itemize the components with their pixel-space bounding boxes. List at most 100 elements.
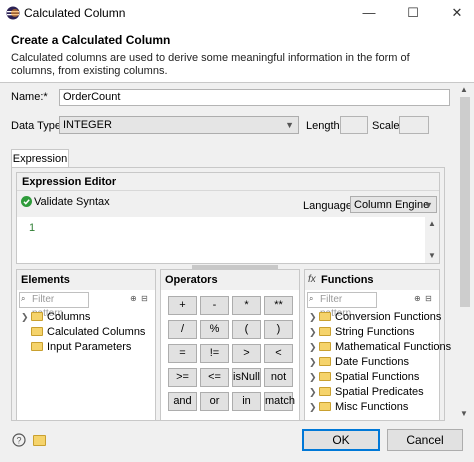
tree-item-columns[interactable]: ❯ Columns (21, 310, 151, 325)
functions-panel: fx Functions Filter pattern ⌕ ⊕ ⊟ ❯ Conve… (304, 269, 451, 421)
operators-grid: + - * ** /%() = != > < >= <= isNull not and or in match (168, 296, 296, 416)
operator-button[interactable]: > (232, 344, 261, 363)
chevron-right-icon: ❯ (309, 402, 317, 412)
dialog-footer: ? OK Cancel (0, 421, 474, 462)
maximize-button[interactable]: ☐ (398, 0, 428, 26)
chevron-right-icon: ❯ (309, 342, 317, 352)
operators-header: Operators (161, 270, 299, 290)
folder-icon (319, 342, 331, 351)
scale-label: Scale: (372, 120, 403, 132)
tree-item-calculated-columns[interactable]: Calculated Columns (21, 325, 151, 340)
function-category-item[interactable]: ❯ Spatial Predicates (309, 385, 437, 400)
tree-item-input-parameters[interactable]: Input Parameters (21, 340, 151, 355)
dialog-header: Create a Calculated Column Calculated co… (0, 26, 474, 82)
function-category-label: Spatial Predicates (335, 386, 424, 398)
scroll-down-icon[interactable]: ▼ (428, 251, 436, 260)
operator-button[interactable]: * (232, 296, 261, 315)
expression-editor-title: Expression Editor (22, 176, 117, 188)
language-label: Language: (303, 200, 355, 212)
expand-all-icon[interactable]: ⊕ (414, 294, 421, 303)
operator-button[interactable]: % (200, 320, 229, 339)
function-category-item[interactable]: ❯ Conversion Functions (309, 310, 441, 325)
collapse-all-icon[interactable]: ⊟ (141, 294, 148, 303)
chevron-right-icon: ❯ (309, 312, 317, 322)
collapse-all-icon[interactable]: ⊟ (425, 294, 432, 303)
operator-button[interactable]: >= (168, 368, 197, 387)
chevron-down-icon: ▼ (285, 120, 294, 130)
expression-editor-panel: Expression Editor Validate Syntax Langua… (16, 172, 440, 264)
chevron-right-icon: ❯ (309, 357, 317, 367)
language-value: Column Engine (354, 199, 430, 211)
minimize-button[interactable]: — (354, 0, 384, 26)
function-category-item[interactable]: ❯ String Functions (309, 325, 437, 340)
filter-icon: ⌕ (309, 294, 314, 303)
scroll-up-icon[interactable]: ▲ (428, 219, 436, 228)
elements-title: Elements (21, 274, 70, 286)
function-category-label: Spatial Functions (335, 371, 420, 383)
function-category-item[interactable]: ❯ Spatial Functions (309, 370, 437, 385)
scale-field[interactable] (399, 116, 429, 134)
validate-syntax-link[interactable]: Validate Syntax (34, 196, 110, 208)
elements-tree: ❯ Columns Calculated Columns Input Parame… (21, 310, 151, 355)
language-select[interactable]: Column Engine ▼ (350, 196, 437, 213)
folder-icon (319, 387, 331, 396)
scrollbar-thumb[interactable] (460, 97, 470, 307)
filter-icon: ⌕ (21, 294, 26, 303)
tab-expression[interactable]: Expression (11, 149, 69, 168)
functions-tree: ❯ Conversion Functions ❯ String Functions ❯ M… (309, 310, 451, 415)
vertical-scrollbar[interactable]: ▲ ▼ (456, 83, 474, 421)
expression-text-area[interactable]: 1 ▲ ▼ (17, 217, 439, 263)
operator-button[interactable]: match (264, 392, 295, 411)
editor-scrollbar[interactable]: ▲ ▼ (425, 217, 439, 263)
operator-button[interactable]: / (168, 320, 197, 339)
function-category-item[interactable]: ❯ Date Functions (309, 355, 437, 370)
function-category-label: Misc Functions (335, 401, 409, 413)
elements-filter-input[interactable]: Filter pattern (19, 292, 89, 319)
operator-button[interactable]: + (168, 296, 197, 315)
operator-button[interactable]: ** (264, 296, 293, 315)
folder-icon (319, 327, 331, 336)
functions-header: fx Functions (305, 270, 439, 290)
line-number: 1 (29, 222, 36, 234)
datatype-select[interactable]: INTEGER ▼ (59, 116, 299, 134)
scroll-down-icon[interactable]: ▼ (460, 409, 468, 418)
functions-filter-input[interactable]: Filter pattern (307, 292, 377, 319)
operator-button[interactable]: ) (264, 320, 293, 339)
operator-button[interactable]: < (264, 344, 293, 363)
operators-title: Operators (165, 274, 218, 286)
expression-editor-header: Expression Editor (17, 173, 439, 191)
operator-button[interactable]: not (264, 368, 293, 387)
tree-item-label: Input Parameters (47, 341, 132, 353)
operator-button[interactable]: != (200, 344, 229, 363)
expand-all-icon[interactable]: ⊕ (130, 294, 137, 303)
elements-header: Elements (17, 270, 155, 290)
tree-item-label: Columns (47, 311, 91, 323)
folder-icon (319, 357, 331, 366)
function-category-item[interactable]: ❯ Misc Functions (309, 400, 437, 415)
length-field[interactable] (340, 116, 368, 134)
function-category-item[interactable]: ❯ Mathematical Functions (309, 340, 451, 355)
operator-button[interactable]: and (168, 392, 197, 411)
cancel-button[interactable]: Cancel (387, 429, 463, 451)
open-folder-icon[interactable] (33, 435, 46, 446)
operator-button[interactable]: isNull (232, 368, 261, 387)
folder-icon (31, 312, 43, 321)
length-label: Length: (306, 120, 343, 132)
folder-icon (31, 327, 43, 336)
function-category-label: Conversion Functions (335, 311, 442, 323)
name-field[interactable]: OrderCount (59, 89, 450, 106)
operator-button[interactable]: = (168, 344, 197, 363)
ok-button[interactable]: OK (302, 429, 380, 451)
operator-button[interactable]: ( (232, 320, 261, 339)
scroll-up-icon[interactable]: ▲ (460, 85, 468, 94)
operator-button[interactable]: <= (200, 368, 229, 387)
operator-button[interactable]: or (200, 392, 229, 411)
operator-button[interactable]: in (232, 392, 261, 411)
close-button[interactable]: ✕ (442, 0, 472, 26)
chevron-right-icon: ❯ (309, 372, 317, 382)
function-icon: fx (308, 274, 316, 285)
help-icon[interactable]: ? (12, 433, 26, 447)
window-title: Calculated Column (24, 6, 126, 20)
operator-button[interactable]: - (200, 296, 229, 315)
folder-icon (31, 342, 43, 351)
